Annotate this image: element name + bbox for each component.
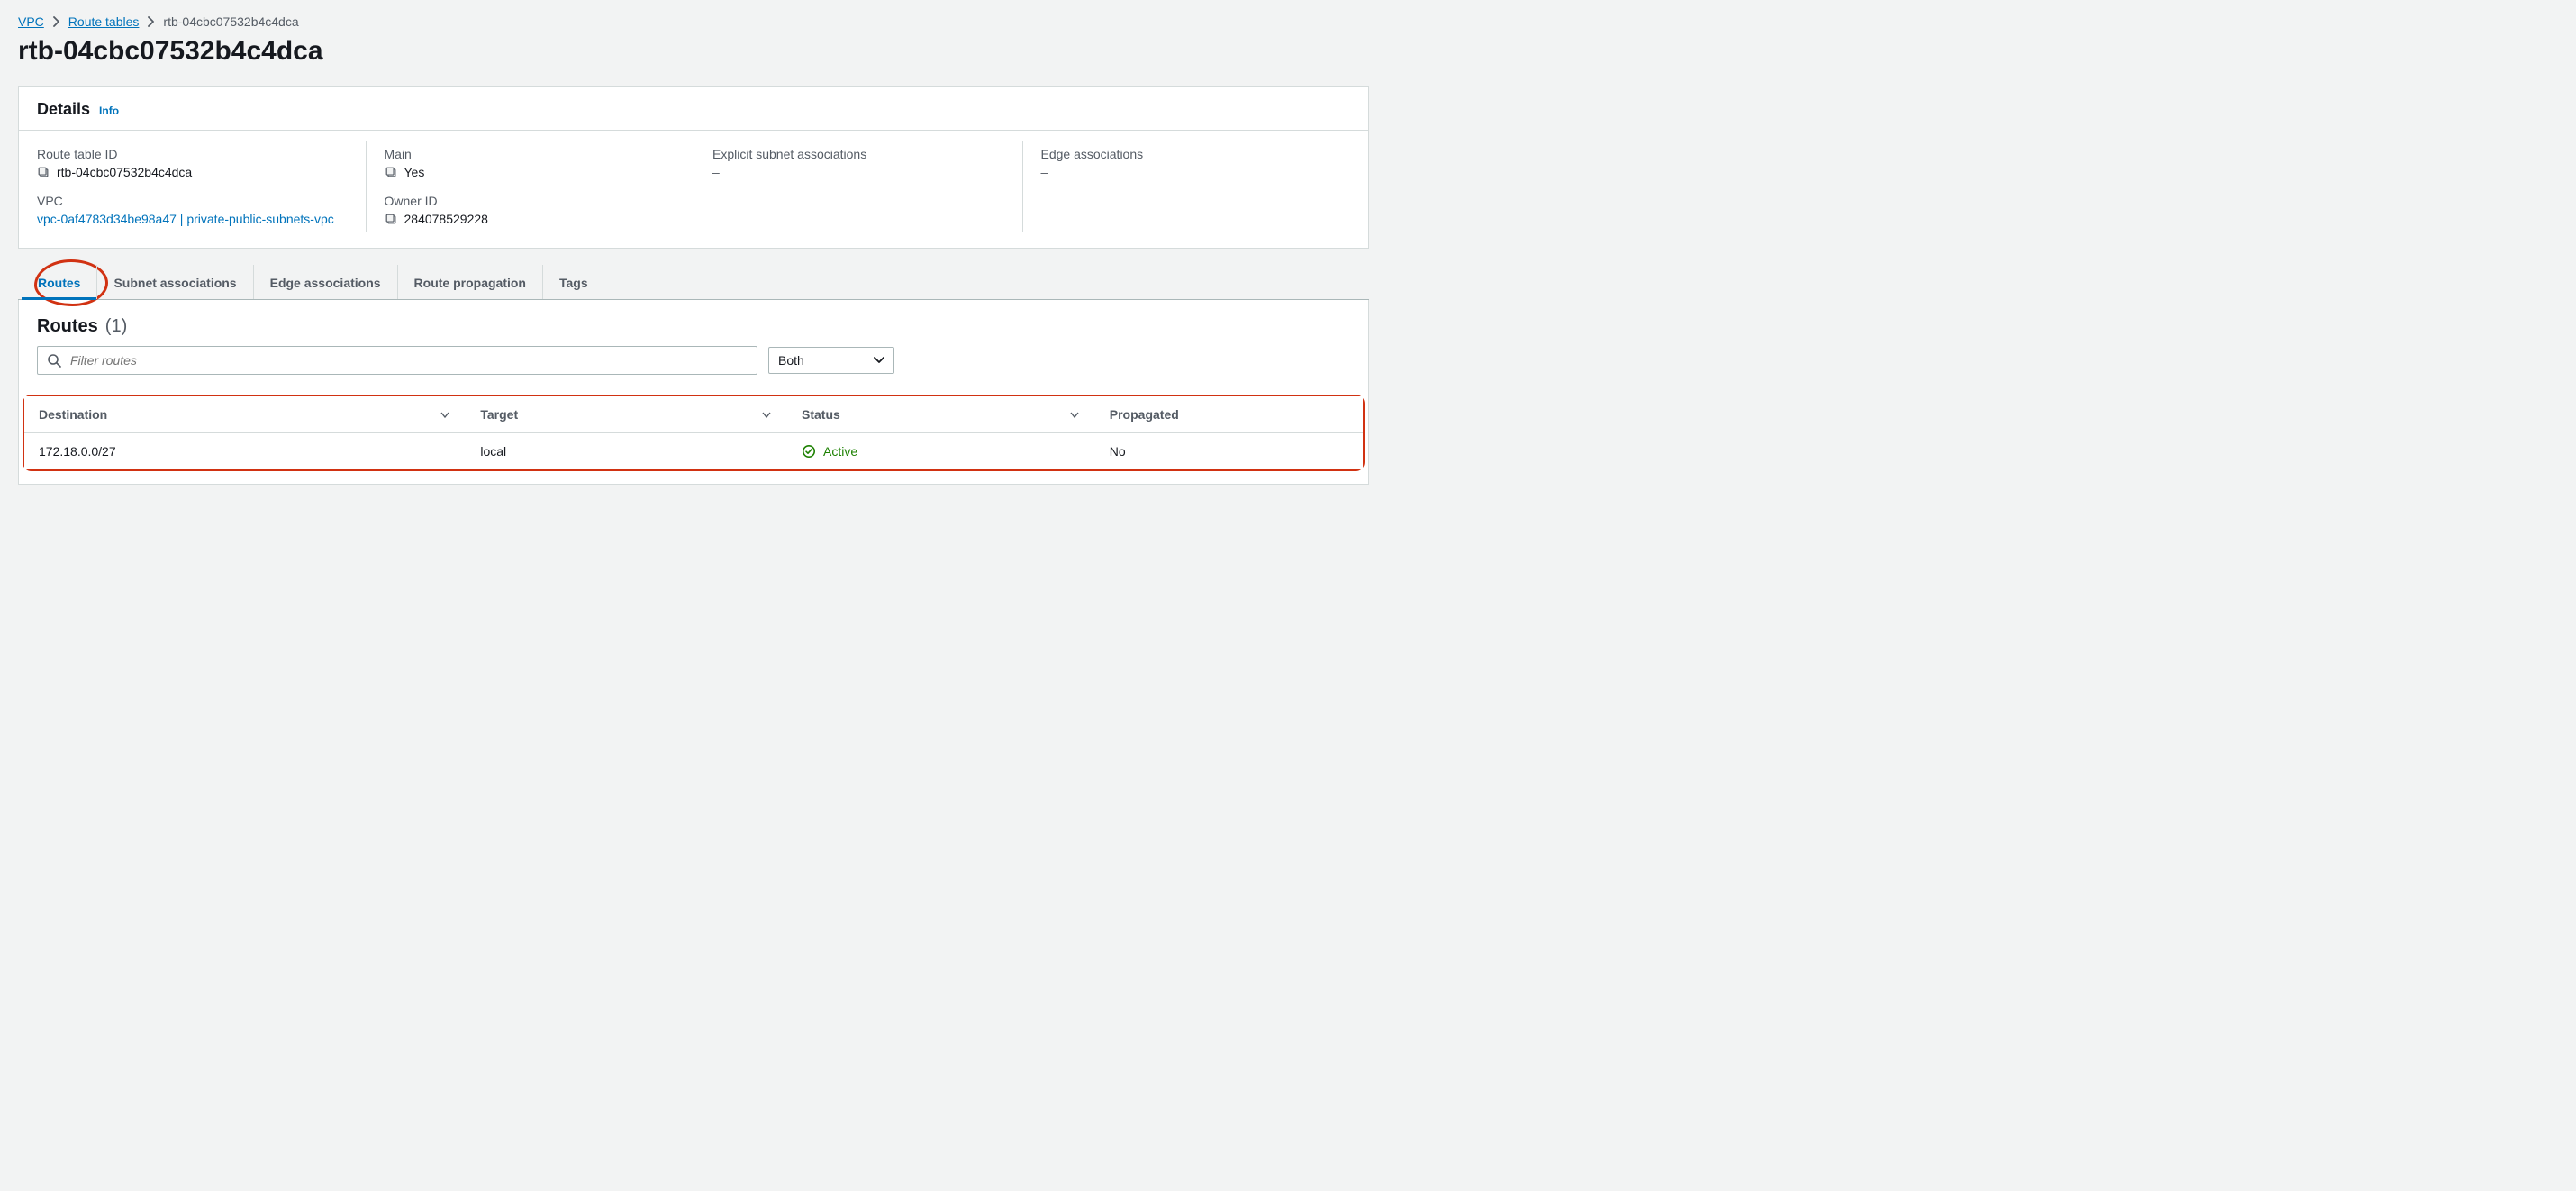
details-panel: Details Info Route table ID rtb-04cbc075…: [18, 86, 1369, 249]
label-vpc: VPC: [37, 194, 348, 208]
tab-tags[interactable]: Tags: [542, 265, 604, 299]
col-propagated-label: Propagated: [1110, 407, 1179, 422]
copy-icon[interactable]: [385, 166, 397, 178]
sort-icon[interactable]: [1070, 410, 1079, 419]
copy-icon[interactable]: [37, 166, 50, 178]
col-status[interactable]: Status: [787, 396, 1095, 433]
value-edge-assoc: –: [1041, 165, 1333, 179]
label-owner-id: Owner ID: [385, 194, 676, 208]
breadcrumb-current: rtb-04cbc07532b4c4dca: [163, 14, 298, 29]
propagation-filter-value: Both: [778, 353, 804, 368]
copy-icon[interactable]: [385, 213, 397, 225]
annotation-table-highlight: Destination Target: [23, 395, 1365, 471]
value-route-table-id: rtb-04cbc07532b4c4dca: [57, 165, 192, 179]
routes-count: (1): [105, 316, 127, 337]
sort-icon[interactable]: [762, 410, 771, 419]
col-destination-label: Destination: [39, 407, 107, 422]
breadcrumb-link-route-tables[interactable]: Route tables: [68, 14, 140, 29]
check-circle-icon: [802, 444, 816, 459]
info-link[interactable]: Info: [99, 105, 119, 117]
cell-propagated: No: [1095, 433, 1363, 470]
propagation-filter-select[interactable]: Both: [768, 347, 894, 374]
value-owner-id: 284078529228: [404, 212, 488, 226]
col-destination[interactable]: Destination: [24, 396, 466, 433]
tab-subnet-associations[interactable]: Subnet associations: [96, 265, 252, 299]
tab-route-propagation[interactable]: Route propagation: [397, 265, 542, 299]
breadcrumb: VPC Route tables rtb-04cbc07532b4c4dca: [18, 14, 1369, 29]
breadcrumb-link-vpc[interactable]: VPC: [18, 14, 44, 29]
routes-table: Destination Target: [24, 396, 1363, 469]
label-edge-assoc: Edge associations: [1041, 147, 1333, 161]
cell-destination: 172.18.0.0/27: [24, 433, 466, 470]
search-icon: [47, 353, 61, 368]
label-route-table-id: Route table ID: [37, 147, 348, 161]
routes-title: Routes: [37, 316, 98, 337]
cell-target: local: [466, 433, 787, 470]
tab-bar: Routes Subnet associations Edge associat…: [18, 265, 1369, 300]
chevron-right-icon: [53, 16, 59, 27]
filter-routes-input-wrap[interactable]: [37, 346, 757, 375]
details-title: Details: [37, 100, 90, 119]
col-status-label: Status: [802, 407, 840, 422]
page-title: rtb-04cbc07532b4c4dca: [18, 36, 1369, 67]
value-main: Yes: [404, 165, 425, 179]
filter-routes-input[interactable]: [68, 352, 748, 368]
label-explicit-subnet: Explicit subnet associations: [712, 147, 1004, 161]
tab-edge-associations[interactable]: Edge associations: [253, 265, 397, 299]
chevron-right-icon: [148, 16, 154, 27]
link-vpc[interactable]: vpc-0af4783d34be98a47 | private-public-s…: [37, 212, 334, 226]
value-explicit-subnet: –: [712, 165, 1004, 179]
label-main: Main: [385, 147, 676, 161]
table-row[interactable]: 172.18.0.0/27 local Active No: [24, 433, 1363, 470]
status-text: Active: [823, 444, 857, 459]
col-target-label: Target: [480, 407, 518, 422]
col-target[interactable]: Target: [466, 396, 787, 433]
cell-status: Active: [787, 433, 1095, 470]
tab-routes[interactable]: Routes: [22, 265, 96, 299]
col-propagated[interactable]: Propagated: [1095, 396, 1363, 433]
caret-down-icon: [874, 357, 884, 364]
sort-icon[interactable]: [440, 410, 449, 419]
routes-panel: Routes (1) Both: [18, 300, 1369, 485]
